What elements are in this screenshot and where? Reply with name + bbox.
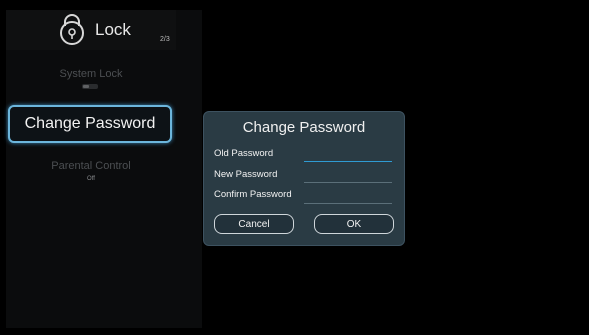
old-password-input[interactable] — [304, 161, 392, 162]
toggle-knob — [83, 85, 89, 88]
menu-item-change-password[interactable]: Change Password — [8, 105, 172, 143]
new-password-label: New Password — [214, 169, 278, 180]
dialog-title: Change Password — [242, 119, 366, 136]
change-password-dialog: Change Password Old Password New Passwor… — [203, 111, 405, 246]
system-lock-toggle[interactable] — [82, 84, 98, 89]
ok-button[interactable]: OK — [314, 214, 394, 234]
parental-control-value: Off — [87, 176, 95, 182]
menu-item-system-lock[interactable]: System Lock — [6, 68, 176, 80]
page-counter: 2/3 — [160, 36, 170, 43]
sidebar: Lock 2/3 System Lock Change Password Par… — [6, 10, 202, 328]
page-title: Lock — [95, 20, 131, 39]
menu-item-parental-control[interactable]: Parental Control — [6, 160, 176, 172]
tv-screen: Lock 2/3 System Lock Change Password Par… — [6, 10, 584, 328]
confirm-password-input[interactable] — [304, 203, 392, 204]
cancel-button[interactable]: Cancel — [214, 214, 294, 234]
lock-icon — [60, 14, 84, 45]
old-password-label: Old Password — [214, 148, 274, 159]
header: Lock 2/3 — [6, 10, 176, 50]
new-password-input[interactable] — [304, 182, 392, 183]
confirm-password-label: Confirm Password — [214, 189, 292, 200]
